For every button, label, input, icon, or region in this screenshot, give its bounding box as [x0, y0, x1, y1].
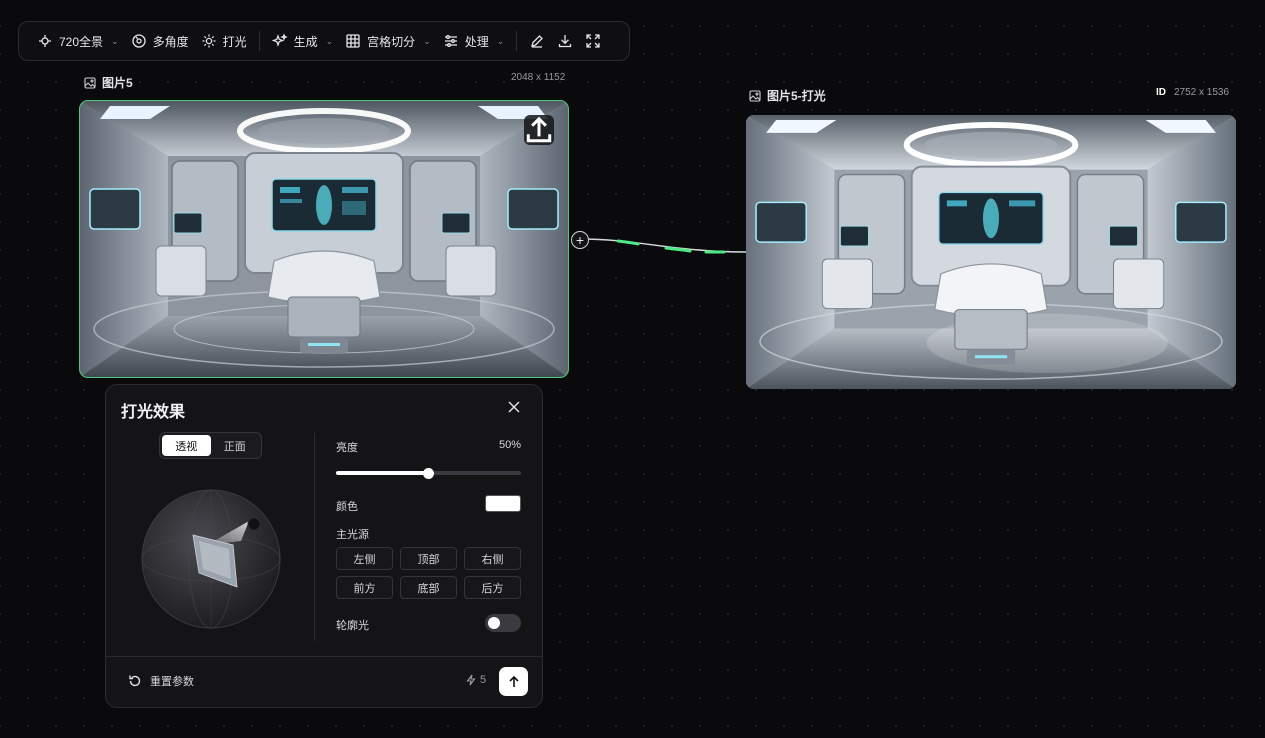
- credit-cost: 5: [465, 674, 486, 686]
- fullscreen-button[interactable]: [579, 27, 607, 55]
- chevron-down-icon: ⌄: [325, 35, 334, 46]
- pencil-icon: [529, 33, 545, 49]
- result-image-label-row: 图片5-打光: [749, 87, 826, 104]
- panorama-720-button[interactable]: 720全景 ⌄: [31, 27, 125, 55]
- id-badge[interactable]: ID: [1156, 87, 1166, 98]
- source-image[interactable]: [79, 100, 569, 378]
- result-image[interactable]: [746, 115, 1236, 389]
- brightness-slider-thumb[interactable]: [423, 467, 434, 479]
- download-icon: [557, 33, 573, 49]
- reset-icon: [129, 675, 141, 687]
- multi-angle-button[interactable]: 多角度: [125, 27, 195, 55]
- sliders-icon: [443, 33, 459, 49]
- sun-icon: [201, 33, 217, 49]
- arrow-up-icon: [508, 675, 519, 687]
- generate-button[interactable]: 生成 ⌄: [266, 27, 340, 55]
- source-image-title: 图片5: [102, 76, 133, 90]
- direction-left-button[interactable]: 左侧: [336, 547, 393, 570]
- image-icon: [749, 89, 761, 102]
- source-image-dimensions: 2048 x 1152: [511, 72, 566, 83]
- upload-icon: [526, 116, 552, 143]
- direction-top-button[interactable]: 顶部: [400, 547, 457, 570]
- sparkle-icon: [271, 33, 288, 49]
- result-image-dimensions: 2752 x 1536: [1174, 87, 1230, 98]
- direction-bottom-button[interactable]: 底部: [400, 576, 457, 599]
- toggle-knob: [488, 617, 500, 629]
- light-direction-options: 左侧 顶部 右侧 前方 底部 后方: [336, 547, 521, 599]
- lighting-button[interactable]: 打光: [195, 27, 253, 55]
- grid-cut-button[interactable]: 宫格切分 ⌄: [339, 27, 437, 55]
- light-color-swatch[interactable]: [485, 495, 521, 512]
- download-button[interactable]: [551, 27, 579, 55]
- submit-button[interactable]: [499, 667, 528, 696]
- direction-back-button[interactable]: 后方: [464, 576, 521, 599]
- tab-front[interactable]: 正面: [211, 435, 260, 456]
- lighting-effects-panel: 打光效果 透视 正面 亮度 50% 颜色 主光源 左侧 顶部 右侧 前方 底部 …: [105, 384, 543, 708]
- reset-params-button[interactable]: 重置参数: [128, 673, 194, 689]
- panel-divider-vertical: [314, 433, 315, 641]
- expand-icon: [585, 33, 601, 49]
- close-icon: [508, 401, 520, 413]
- view-mode-toggle: 透视 正面: [159, 432, 262, 459]
- color-label: 颜色: [336, 501, 358, 513]
- rotate-camera-icon: [131, 33, 147, 49]
- add-node-button[interactable]: +: [571, 231, 589, 249]
- multi-angle-label: 多角度: [152, 34, 189, 49]
- node-connector: [580, 238, 747, 254]
- brightness-slider[interactable]: [336, 467, 521, 479]
- sci-fi-medbay-relit-picture: [746, 115, 1236, 389]
- credit-count: 5: [480, 674, 487, 686]
- lightning-icon: [466, 674, 476, 686]
- rim-light-label: 轮廓光: [336, 620, 369, 632]
- grid-cut-label: 宫格切分: [367, 34, 416, 49]
- panorama-label: 720全景: [59, 34, 104, 49]
- image-icon: [84, 76, 96, 89]
- tab-perspective[interactable]: 透视: [162, 435, 211, 456]
- reset-label: 重置参数: [150, 676, 194, 688]
- chevron-down-icon: ⌄: [496, 35, 505, 46]
- chevron-down-icon: ⌄: [111, 35, 119, 46]
- close-button[interactable]: [504, 397, 524, 417]
- light-direction-sphere[interactable]: [141, 489, 281, 629]
- upload-button[interactable]: [524, 115, 554, 145]
- panel-title: 打光效果: [121, 404, 186, 421]
- result-image-title: 图片5-打光: [767, 89, 826, 103]
- edit-button[interactable]: [523, 27, 551, 55]
- generate-label: 生成: [293, 34, 318, 49]
- panorama-icon: [37, 33, 53, 49]
- source-image-label-row: 图片5: [84, 74, 133, 91]
- main-light-label: 主光源: [336, 529, 369, 541]
- process-label: 处理: [464, 34, 489, 49]
- brightness-value: 50%: [498, 439, 521, 451]
- direction-front-button[interactable]: 前方: [336, 576, 393, 599]
- brightness-label: 亮度: [336, 442, 358, 454]
- top-toolbar: 720全景 ⌄ 多角度 打光 生成 ⌄ 宫格切分 ⌄ 处理 ⌄: [18, 21, 630, 61]
- direction-right-button[interactable]: 右侧: [464, 547, 521, 570]
- toolbar-divider: [516, 31, 518, 51]
- rim-light-toggle[interactable]: [485, 614, 521, 632]
- chevron-down-icon: ⌄: [423, 35, 431, 46]
- toolbar-divider: [258, 31, 260, 51]
- process-button[interactable]: 处理 ⌄: [437, 27, 511, 55]
- brightness-slider-fill: [336, 471, 429, 475]
- plus-icon: +: [575, 232, 585, 248]
- lighting-label: 打光: [222, 34, 247, 49]
- sci-fi-medbay-picture: [80, 101, 568, 377]
- panel-divider-horizontal: [106, 656, 542, 657]
- result-image-meta: ID 2752 x 1536: [1156, 87, 1229, 98]
- grid-icon: [345, 33, 361, 49]
